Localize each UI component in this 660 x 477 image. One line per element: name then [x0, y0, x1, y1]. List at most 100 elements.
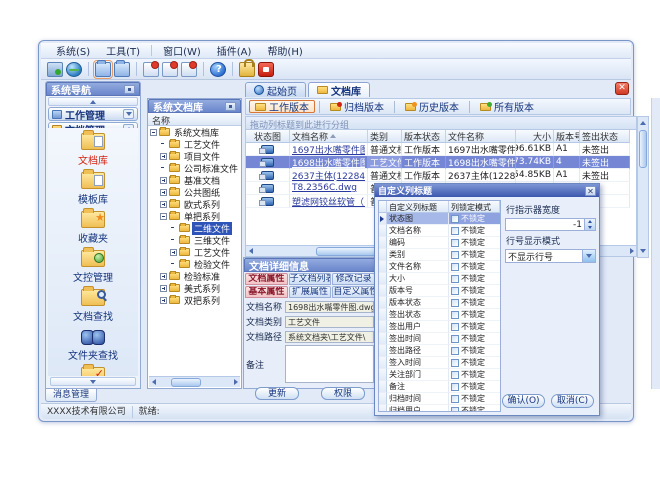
table-row[interactable]: 2637主体(12284).dwg 普通文档 工作版本 2637主体(12284…: [246, 169, 636, 182]
table-vertical-scrollbar[interactable]: [637, 116, 649, 258]
column-header[interactable]: 版本状态: [402, 130, 446, 143]
column-header[interactable]: 状态图: [246, 130, 290, 143]
exit-icon[interactable]: [258, 62, 274, 77]
column-header[interactable]: 版本号: [554, 130, 580, 143]
chevron-down-icon[interactable]: [123, 109, 134, 119]
grid-row[interactable]: 大小不锁定: [379, 273, 500, 285]
collapse-icon[interactable]: [150, 129, 157, 136]
archive-version-button[interactable]: 归档版本: [324, 100, 390, 113]
work-version-button[interactable]: 工作版本: [249, 100, 315, 113]
lock-checkbox[interactable]: [451, 251, 459, 259]
sidebar-item-doclibrary[interactable]: 文档库: [48, 128, 138, 167]
lock-checkbox[interactable]: [451, 371, 459, 379]
doc-category-field[interactable]: 工艺文件: [285, 316, 374, 328]
pin-icon[interactable]: [225, 102, 236, 111]
column-header[interactable]: 列锁定模式: [449, 201, 500, 213]
dialog-titlebar[interactable]: 自定义列标题 ✕: [375, 184, 599, 197]
lock-checkbox[interactable]: [451, 359, 459, 367]
grid-row[interactable]: 编码不锁定: [379, 237, 500, 249]
tab-extended-properties[interactable]: 扩展属性: [289, 286, 332, 298]
grid-row[interactable]: 签出用户不锁定: [379, 321, 500, 333]
close-icon[interactable]: ✕: [615, 82, 629, 95]
row-indicator-width-spinner[interactable]: -1: [505, 218, 596, 231]
history-version-button[interactable]: 历史版本: [399, 100, 465, 113]
grid-row[interactable]: 签出路径不锁定: [379, 345, 500, 357]
sidebar-item-templates[interactable]: 模板库: [48, 167, 138, 206]
sidebar-item-checkedout[interactable]: ✓ 签出的文档: [48, 362, 138, 376]
column-header[interactable]: 自定义列标题: [387, 201, 449, 213]
column-header[interactable]: 签出状态: [580, 130, 630, 143]
lock-icon[interactable]: [239, 62, 255, 77]
tab-custom-properties[interactable]: 自定义属性: [332, 286, 375, 298]
lock-checkbox[interactable]: [451, 263, 459, 271]
grid-row[interactable]: 版本号不锁定: [379, 285, 500, 297]
menu-window[interactable]: 窗口(W): [156, 42, 208, 59]
lock-checkbox[interactable]: [451, 215, 459, 223]
expand-icon[interactable]: [160, 273, 167, 280]
lock-checkbox[interactable]: [451, 323, 459, 331]
doc-link[interactable]: T8.2356C.dwg: [292, 183, 357, 193]
column-header[interactable]: 类别: [368, 130, 402, 143]
menu-plugin[interactable]: 插件(A): [210, 42, 259, 59]
chevron-down-icon[interactable]: [582, 250, 595, 262]
grid-row[interactable]: 版本状态不锁定: [379, 297, 500, 309]
expand-icon[interactable]: [160, 201, 167, 208]
doc-badge-icon[interactable]: [143, 62, 159, 77]
tree-horizontal-scrollbar[interactable]: [149, 376, 240, 387]
grid-row[interactable]: 关注部门不锁定: [379, 369, 500, 381]
sidebar-item-doccontrol[interactable]: 文控管理: [48, 245, 138, 284]
close-icon[interactable]: ✕: [585, 186, 596, 196]
grid-row[interactable]: 归档时间不锁定: [379, 393, 500, 405]
grid-row[interactable]: 签出状态不锁定: [379, 309, 500, 321]
lock-checkbox[interactable]: [451, 299, 459, 307]
group-by-hint[interactable]: 拖动列标题到此进行分组: [245, 116, 637, 129]
sidebar-scroll-down[interactable]: [50, 377, 136, 386]
doc-link[interactable]: 2637主体(12284).dwg: [292, 169, 365, 182]
doc-name-field[interactable]: 1698出水嘴零件图.dwg: [285, 301, 374, 313]
lock-checkbox[interactable]: [451, 383, 459, 391]
tab-doc-properties[interactable]: 文档属性: [245, 273, 288, 285]
sidebar-group-work[interactable]: 工作管理: [48, 107, 138, 121]
expand-icon[interactable]: [160, 297, 167, 304]
sidebar-item-favorites[interactable]: ★ 收藏夹: [48, 206, 138, 245]
lock-checkbox[interactable]: [451, 347, 459, 355]
column-header[interactable]: 文件名称: [446, 130, 516, 143]
grid-row[interactable]: 归档用户不锁定: [379, 405, 500, 412]
message-management-tab[interactable]: 消息管理: [45, 389, 97, 402]
row-number-mode-select[interactable]: 不显示行号: [505, 249, 596, 263]
connect-icon[interactable]: [47, 62, 63, 77]
confirm-button[interactable]: 确认(O): [502, 394, 545, 408]
lock-checkbox[interactable]: [451, 275, 459, 283]
grid-row[interactable]: 签入时间不锁定: [379, 357, 500, 369]
collapse-icon[interactable]: [160, 213, 167, 220]
help-icon[interactable]: [210, 62, 226, 77]
doc-link[interactable]: 1698出水嘴零件图.dwg: [292, 156, 365, 169]
note-textarea[interactable]: [285, 345, 374, 383]
scroll-up-icon[interactable]: [638, 118, 648, 128]
menu-tools[interactable]: 工具(T): [99, 42, 147, 59]
lock-checkbox[interactable]: [451, 395, 459, 403]
pin-icon[interactable]: [124, 85, 135, 94]
cancel-button[interactable]: 取消(C): [551, 394, 594, 408]
open-folder-icon[interactable]: [95, 62, 111, 77]
menu-help[interactable]: 帮助(H): [260, 42, 309, 59]
grid-row[interactable]: 类别不锁定: [379, 249, 500, 261]
scroll-down-icon[interactable]: [638, 246, 648, 256]
column-header[interactable]: 大小: [516, 130, 554, 143]
column-header[interactable]: 文档名称: [290, 130, 368, 143]
lock-checkbox[interactable]: [451, 311, 459, 319]
expand-icon[interactable]: [160, 285, 167, 292]
folder-view-icon[interactable]: [114, 62, 130, 77]
tab-doclibrary[interactable]: 文档库: [308, 82, 370, 97]
update-button[interactable]: 更新: [255, 387, 299, 400]
scroll-left-icon[interactable]: [149, 378, 159, 387]
lock-checkbox[interactable]: [451, 287, 459, 295]
expand-icon[interactable]: [170, 249, 177, 256]
scroll-thumb[interactable]: [639, 130, 647, 168]
table-row-selected[interactable]: 1698出水嘴零件图.dwg 工艺文件 工作版本 1698出水嘴零件图.dwg …: [246, 156, 636, 169]
lock-checkbox[interactable]: [451, 239, 459, 247]
lock-checkbox[interactable]: [451, 335, 459, 343]
lock-checkbox[interactable]: [451, 227, 459, 235]
tree-node[interactable]: 双把系列: [182, 294, 222, 307]
doc-link[interactable]: 1697出水嘴零件图.dwg: [292, 143, 365, 156]
